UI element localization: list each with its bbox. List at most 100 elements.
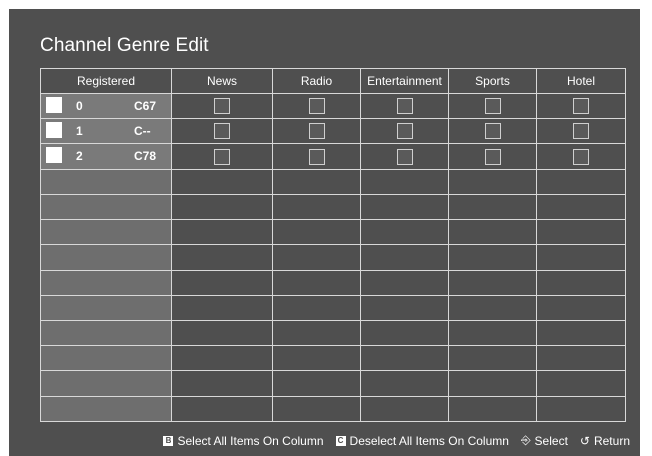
empty-cell (360, 244, 449, 271)
column-header-news[interactable]: News (171, 68, 273, 94)
hint-deselect-all[interactable]: C Deselect All Items On Column (335, 433, 509, 448)
genre-cell-news[interactable] (171, 118, 273, 145)
empty-cell (448, 294, 537, 321)
genre-cell-radio[interactable] (272, 143, 361, 170)
checkbox[interactable] (396, 148, 413, 165)
registered-cell[interactable]: 0 C67 (40, 92, 172, 120)
channel-select-box[interactable] (46, 122, 62, 139)
empty-cell (536, 244, 626, 271)
empty-cell (536, 395, 626, 423)
empty-cell (272, 345, 361, 372)
channel-row[interactable]: 0 C67 (40, 92, 626, 120)
empty-row (40, 294, 626, 321)
genre-cell-sports[interactable] (448, 143, 537, 170)
registered-cell[interactable]: 1 C-- (40, 118, 172, 145)
empty-cell (360, 193, 449, 221)
hint-deselect-all-label: Deselect All Items On Column (349, 433, 509, 448)
empty-cell (171, 345, 273, 372)
empty-cell (536, 193, 626, 221)
empty-cell (272, 395, 361, 423)
checkbox[interactable] (396, 98, 413, 115)
checkbox[interactable] (573, 98, 589, 115)
checkbox[interactable] (484, 148, 501, 165)
empty-cell (536, 294, 626, 321)
column-header-sports[interactable]: Sports (448, 68, 537, 94)
empty-cell (448, 269, 537, 296)
empty-cell (448, 319, 537, 347)
genre-cell-news[interactable] (171, 143, 273, 170)
genre-cell-entertainment[interactable] (360, 118, 449, 145)
checkbox[interactable] (484, 123, 501, 140)
empty-cell (272, 193, 361, 221)
empty-cell (360, 219, 449, 246)
empty-cell (171, 319, 273, 347)
genre-cell-radio[interactable] (272, 92, 361, 120)
checkbox[interactable] (484, 98, 501, 115)
genre-cell-entertainment[interactable] (360, 143, 449, 170)
channel-row[interactable]: 2 C78 (40, 143, 626, 170)
column-header-hotel[interactable]: Hotel (536, 68, 626, 94)
hint-select-all[interactable]: B Select All Items On Column (163, 433, 324, 448)
empty-cell (536, 345, 626, 372)
channel-select-box[interactable] (46, 147, 62, 164)
return-icon: ↺ (579, 433, 590, 448)
checkbox[interactable] (214, 148, 230, 165)
checkbox[interactable] (573, 148, 589, 165)
hint-return-label: Return (593, 433, 630, 448)
column-header-registered: Registered (40, 68, 172, 94)
empty-row (40, 193, 626, 221)
empty-registered-cell (40, 345, 172, 372)
empty-registered-cell (40, 244, 172, 271)
genre-cell-sports[interactable] (448, 118, 537, 145)
empty-row (40, 168, 626, 195)
empty-registered-cell (40, 269, 172, 296)
empty-cell (272, 219, 361, 246)
empty-row (40, 395, 626, 423)
empty-cell (272, 319, 361, 347)
genre-cell-sports[interactable] (448, 92, 537, 120)
checkbox[interactable] (573, 123, 589, 140)
empty-cell (272, 168, 361, 195)
checkbox[interactable] (308, 98, 325, 115)
header-row: Registered News Radio Entertainment Spor… (40, 68, 626, 94)
hint-select-all-label: Select All Items On Column (177, 433, 324, 448)
empty-registered-cell (40, 395, 172, 423)
empty-row (40, 244, 626, 271)
enter-icon: ⎆ (520, 433, 531, 447)
channel-select-box[interactable] (46, 97, 62, 113)
empty-row (40, 319, 626, 347)
checkbox[interactable] (308, 148, 325, 165)
checkbox[interactable] (214, 98, 230, 115)
genre-cell-hotel[interactable] (536, 118, 626, 145)
column-header-entertainment[interactable]: Entertainment (360, 68, 449, 94)
registered-cell[interactable]: 2 C78 (40, 143, 172, 170)
genre-table: Registered News Radio Entertainment Spor… (40, 68, 626, 423)
channel-name: C78 (134, 149, 157, 164)
checkbox[interactable] (214, 123, 230, 140)
empty-row (40, 219, 626, 246)
empty-row (40, 269, 626, 296)
channel-row[interactable]: 1 C-- (40, 118, 626, 145)
hint-return[interactable]: ↺ Return (580, 434, 630, 448)
empty-cell (360, 319, 449, 347)
empty-cell (448, 395, 537, 423)
empty-registered-cell (40, 193, 172, 221)
checkbox[interactable] (308, 123, 325, 140)
genre-cell-entertainment[interactable] (360, 92, 449, 120)
empty-cell (171, 168, 273, 195)
hint-select[interactable]: ⎆ Select (521, 433, 568, 448)
empty-registered-cell (40, 319, 172, 347)
hint-select-label: Select (534, 433, 568, 448)
empty-cell (171, 244, 273, 271)
genre-cell-news[interactable] (171, 92, 273, 120)
empty-cell (272, 269, 361, 296)
checkbox[interactable] (396, 123, 413, 140)
empty-cell (448, 370, 537, 397)
empty-cell (536, 319, 626, 347)
empty-cell (536, 269, 626, 296)
empty-cell (171, 370, 273, 397)
genre-cell-hotel[interactable] (536, 143, 626, 170)
column-header-radio[interactable]: Radio (272, 68, 361, 94)
genre-cell-hotel[interactable] (536, 92, 626, 120)
genre-cell-radio[interactable] (272, 118, 361, 145)
